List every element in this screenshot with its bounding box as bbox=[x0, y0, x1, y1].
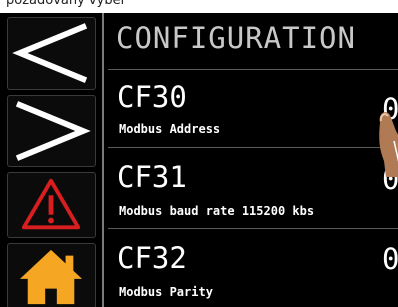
home-icon bbox=[19, 249, 83, 305]
back-button[interactable] bbox=[7, 17, 96, 90]
warning-triangle-icon bbox=[21, 178, 81, 230]
param-code: CF30 bbox=[117, 80, 187, 114]
param-description: Modbus Parity bbox=[119, 285, 213, 299]
home-button[interactable] bbox=[7, 243, 96, 307]
pointing-hand-icon bbox=[379, 112, 398, 177]
forward-button[interactable] bbox=[7, 95, 96, 167]
param-value: 0 bbox=[382, 242, 398, 276]
caption-text: požadovaný výběr bbox=[6, 0, 126, 8]
param-code: CF32 bbox=[117, 241, 187, 275]
chevron-left-icon bbox=[12, 23, 88, 83]
page-title: CONFIGURATION bbox=[116, 21, 356, 55]
device-screen: CONFIGURATION CF30 Modbus Address 0 CF31… bbox=[0, 13, 398, 307]
chevron-right-icon bbox=[15, 101, 91, 161]
param-description: Modbus baud rate 115200 kbs bbox=[119, 204, 315, 218]
alarm-button[interactable] bbox=[7, 172, 96, 238]
param-code: CF31 bbox=[117, 160, 187, 194]
param-description: Modbus Address bbox=[119, 122, 221, 136]
